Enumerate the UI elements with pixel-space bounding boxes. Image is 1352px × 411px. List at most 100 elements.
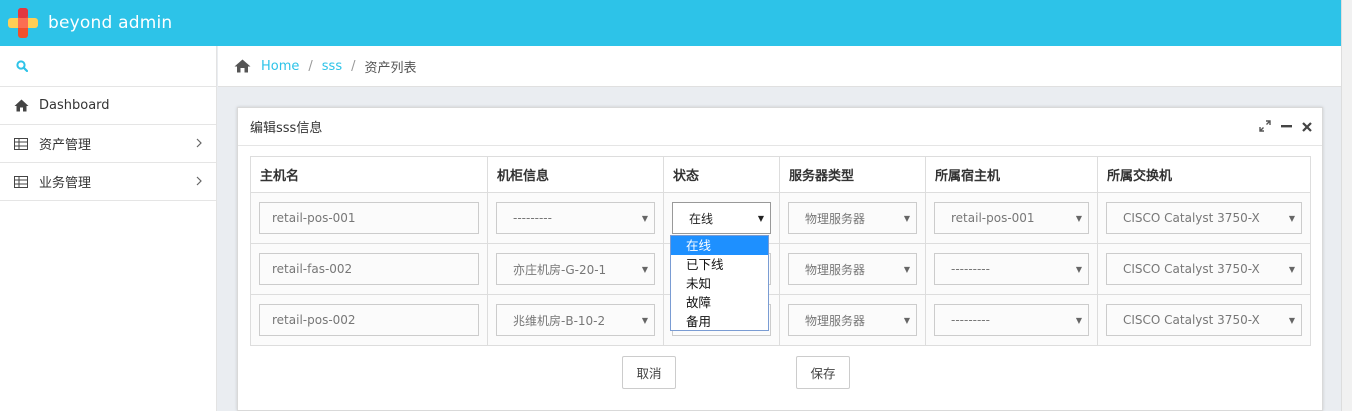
top-navbar: beyond admin — [0, 0, 1341, 46]
status-select[interactable]: 在线 ▼ — [672, 202, 771, 234]
status-dropdown-list: 在线 已下线 未知 故障 备用 — [670, 235, 769, 331]
chevron-right-icon — [196, 137, 202, 152]
table-row: retail-pos-001 --------- ▼ 在线 ▼ 物理服务器 ▼ ret… — [250, 192, 1311, 244]
brand[interactable]: beyond admin — [6, 7, 172, 39]
dropdown-arrow-icon: ▼ — [903, 265, 910, 274]
breadcrumb-current: 资产列表 — [364, 60, 417, 76]
select-value: --------- — [513, 211, 552, 225]
sidebar: Dashboard 资产管理 业务管理 — [0, 46, 217, 411]
close-icon[interactable] — [1302, 121, 1312, 136]
table-icon — [13, 175, 29, 189]
dropdown-arrow-icon: ▼ — [1075, 214, 1082, 223]
dropdown-option[interactable]: 已下线 — [671, 255, 768, 274]
dropdown-arrow-icon: ▼ — [1288, 265, 1295, 274]
minimize-icon[interactable] — [1281, 120, 1292, 136]
host-select[interactable]: retail-pos-001 ▼ — [934, 202, 1089, 234]
column-header-status: 状态 — [663, 156, 780, 193]
host-select[interactable]: --------- ▼ — [934, 304, 1089, 336]
hostname-input[interactable]: retail-pos-001 — [259, 202, 479, 234]
dropdown-option[interactable]: 故障 — [671, 293, 768, 312]
dropdown-arrow-icon: ▼ — [1288, 316, 1295, 325]
dropdown-arrow-icon: ▼ — [641, 265, 648, 274]
column-header-switch: 所属交换机 — [1097, 156, 1311, 193]
hostname-input[interactable]: retail-fas-002 — [259, 253, 479, 285]
switch-select[interactable]: CISCO Catalyst 3750-X ▼ — [1106, 202, 1302, 234]
table-cell: retail-pos-001 ▼ — [925, 192, 1098, 244]
table-cell: --------- ▼ — [925, 243, 1098, 295]
table-icon — [13, 137, 29, 151]
table-cell: retail-pos-002 — [250, 294, 488, 346]
table-row: retail-pos-002 兆维机房-B-10-2 ▼ ▼ 物理服务器 ▼ ---… — [250, 294, 1311, 346]
cancel-button[interactable]: 取消 — [622, 356, 676, 389]
table-cell: 兆维机房-B-10-2 ▼ — [487, 294, 664, 346]
switch-select[interactable]: CISCO Catalyst 3750-X ▼ — [1106, 304, 1302, 336]
server-type-select[interactable]: 物理服务器 ▼ — [788, 253, 917, 285]
cabinet-select[interactable]: 兆维机房-B-10-2 ▼ — [496, 304, 655, 336]
column-header-host: 所属宿主机 — [925, 156, 1098, 193]
select-value: 在线 — [689, 211, 714, 226]
edit-widget: 编辑sss信息 主机名 机柜信息 状态 服务器类型 所属宿主机 所属交换机 re… — [237, 107, 1323, 411]
sidebar-item-label: 业务管理 — [39, 176, 92, 191]
select-value: 物理服务器 — [805, 262, 866, 277]
dropdown-arrow-icon: ▼ — [903, 214, 910, 223]
select-value: CISCO Catalyst 3750-X — [1123, 211, 1260, 225]
server-type-select[interactable]: 物理服务器 ▼ — [788, 304, 917, 336]
dropdown-arrow-icon: ▼ — [757, 214, 764, 223]
breadcrumb-sss-link[interactable]: sss — [322, 59, 342, 74]
table-cell: 物理服务器 ▼ — [779, 243, 926, 295]
column-header-server-type: 服务器类型 — [779, 156, 926, 193]
expand-icon[interactable] — [1259, 120, 1271, 136]
home-icon — [13, 99, 29, 113]
table-cell: 物理服务器 ▼ — [779, 192, 926, 244]
dropdown-option[interactable]: 未知 — [671, 274, 768, 293]
table-cell: --------- ▼ — [487, 192, 664, 244]
table-cell: CISCO Catalyst 3750-X ▼ — [1097, 192, 1311, 244]
widget-header: 编辑sss信息 — [238, 108, 1322, 146]
sidebar-search[interactable] — [0, 46, 216, 87]
select-value: 物理服务器 — [805, 313, 866, 328]
widget-title: 编辑sss信息 — [250, 121, 323, 136]
server-type-select[interactable]: 物理服务器 ▼ — [788, 202, 917, 234]
breadcrumb-separator: / — [308, 58, 313, 74]
host-select[interactable]: --------- ▼ — [934, 253, 1089, 285]
table-cell: --------- ▼ — [925, 294, 1098, 346]
table-cell: 物理服务器 ▼ — [779, 294, 926, 346]
window-scrollbar[interactable] — [1341, 0, 1352, 411]
cabinet-select[interactable]: --------- ▼ — [496, 202, 655, 234]
switch-select[interactable]: CISCO Catalyst 3750-X ▼ — [1106, 253, 1302, 285]
hostname-input[interactable]: retail-pos-002 — [259, 304, 479, 336]
asset-edit-table: 主机名 机柜信息 状态 服务器类型 所属宿主机 所属交换机 retail-pos… — [250, 156, 1311, 346]
select-value: CISCO Catalyst 3750-X — [1123, 262, 1260, 276]
sidebar-item-asset-management[interactable]: 资产管理 — [0, 125, 216, 163]
table-row: retail-fas-002 亦庄机房-G-20-1 ▼ ▼ 物理服务器 ▼ ---… — [250, 243, 1311, 295]
brand-name: beyond admin — [48, 13, 173, 33]
breadcrumb-home-link[interactable]: Home — [261, 59, 299, 74]
dropdown-option[interactable]: 在线 — [671, 236, 768, 255]
table-cell: retail-fas-002 — [250, 243, 488, 295]
cabinet-select[interactable]: 亦庄机房-G-20-1 ▼ — [496, 253, 655, 285]
table-header-row: 主机名 机柜信息 状态 服务器类型 所属宿主机 所属交换机 — [250, 156, 1311, 193]
sidebar-item-business-management[interactable]: 业务管理 — [0, 163, 216, 201]
widget-tools — [1259, 120, 1312, 136]
dropdown-arrow-icon: ▼ — [903, 316, 910, 325]
select-value: retail-pos-001 — [951, 211, 1035, 225]
sidebar-item-label: Dashboard — [39, 98, 110, 113]
sidebar-item-dashboard[interactable]: Dashboard — [0, 87, 216, 125]
table-cell: CISCO Catalyst 3750-X ▼ — [1097, 243, 1311, 295]
dropdown-arrow-icon: ▼ — [641, 316, 648, 325]
select-value: 亦庄机房-G-20-1 — [513, 262, 607, 277]
column-header-hostname: 主机名 — [250, 156, 488, 193]
breadcrumb: Home / sss / 资产列表 — [218, 46, 1341, 87]
select-value: CISCO Catalyst 3750-X — [1123, 313, 1260, 327]
select-value: --------- — [951, 262, 990, 276]
search-icon[interactable] — [16, 60, 29, 76]
select-value: --------- — [951, 313, 990, 327]
breadcrumb-separator: / — [351, 58, 356, 74]
table-cell: CISCO Catalyst 3750-X ▼ — [1097, 294, 1311, 346]
dropdown-option[interactable]: 备用 — [671, 312, 768, 331]
table-cell: retail-pos-001 — [250, 192, 488, 244]
select-value: 兆维机房-B-10-2 — [513, 313, 606, 328]
save-button[interactable]: 保存 — [796, 356, 850, 389]
table-cell: 亦庄机房-G-20-1 ▼ — [487, 243, 664, 295]
dropdown-arrow-icon: ▼ — [641, 214, 648, 223]
